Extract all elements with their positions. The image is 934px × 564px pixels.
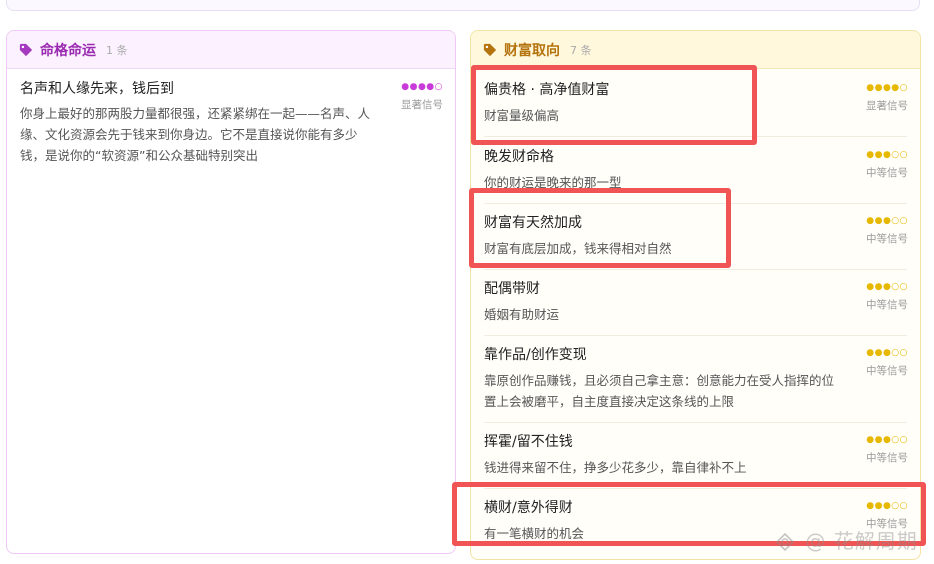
- signal-label: 中等信号: [866, 233, 908, 245]
- signal-dots: ●●●○○: [866, 435, 908, 445]
- signal-label: 中等信号: [866, 299, 908, 311]
- card-header: 财富取向 7 条: [471, 31, 920, 69]
- list-item[interactable]: 挥霍/留不住钱 钱进得来留不住，挣多少花多少，靠自律补不上 ●●●○○ 中等信号: [471, 422, 920, 488]
- signal-dots: ●●●●○: [866, 83, 908, 93]
- item-title: 名声和人缘先来，钱后到: [20, 81, 174, 97]
- signal-indicator: ●●●○○ 中等信号: [866, 281, 908, 312]
- signal-indicator: ●●●○○ 中等信号: [866, 434, 908, 465]
- signal-dots: ●●●○○: [866, 216, 908, 226]
- top-panel-edge: [6, 0, 920, 11]
- item-title: 偏贵格 · 高净值财富: [484, 82, 610, 98]
- card-destiny: 命格命运 1 条 名声和人缘先来，钱后到 你身上最好的那两股力量都很强，还紧紧绑…: [6, 30, 456, 554]
- signal-label: 中等信号: [866, 365, 908, 377]
- tag-icon: [19, 43, 33, 56]
- list-item[interactable]: 靠作品/创作变现 靠原创作品赚钱，且必须自己拿主意：创意能力在受人指挥的位置上会…: [471, 335, 920, 422]
- item-title: 财富有天然加成: [484, 215, 582, 231]
- item-title: 横财/意外得财: [484, 500, 573, 516]
- signal-label: 中等信号: [866, 452, 908, 464]
- item-count: 1 条: [106, 43, 128, 57]
- item-description: 婚姻有助财运: [484, 307, 560, 322]
- item-description: 钱进得来留不住，挣多少花多少，靠自律补不上: [484, 460, 747, 475]
- signal-dots: ●●●○○: [866, 150, 908, 160]
- item-title: 配偶带财: [484, 281, 540, 297]
- item-description: 财富量级偏高: [484, 108, 560, 123]
- card-title: 命格命运: [40, 42, 96, 59]
- signal-label: 中等信号: [866, 167, 908, 179]
- signal-dots: ●●●○○: [866, 348, 908, 358]
- item-description: 你的财运是晚来的那一型: [484, 175, 622, 190]
- watermark: @ 花解周期: [776, 525, 918, 554]
- at-symbol: @: [805, 529, 827, 553]
- card-wealth: 财富取向 7 条 偏贵格 · 高净值财富 财富量级偏高 ●●●●○ 显著信号 晚…: [470, 30, 921, 560]
- signal-indicator: ●●●○○ 中等信号: [866, 149, 908, 180]
- item-description: 靠原创作品赚钱，且必须自己拿主意：创意能力在受人指挥的位置上会被磨平，自主度直接…: [484, 373, 835, 409]
- list-item[interactable]: 名声和人缘先来，钱后到 你身上最好的那两股力量都很强，还紧紧绑在一起——名声、人…: [7, 69, 455, 166]
- signal-indicator: ●●●○○ 中等信号: [866, 215, 908, 246]
- item-description: 财富有底层加成，钱来得相对自然: [484, 241, 672, 256]
- list-item[interactable]: 财富有天然加成 财富有底层加成，钱来得相对自然 ●●●○○ 中等信号: [471, 203, 920, 269]
- signal-indicator: ●●●○○ 中等信号: [866, 347, 908, 378]
- signal-dots: ●●●○○: [866, 501, 908, 511]
- watermark-text: 花解周期: [833, 529, 918, 553]
- list-item[interactable]: 配偶带财 婚姻有助财运 ●●●○○ 中等信号: [471, 269, 920, 335]
- card-title: 财富取向: [504, 42, 560, 59]
- list-item[interactable]: 偏贵格 · 高净值财富 财富量级偏高 ●●●●○ 显著信号: [471, 70, 920, 136]
- tag-icon: [483, 43, 497, 56]
- signal-dots: ●●●●○: [401, 82, 443, 92]
- item-count: 7 条: [570, 43, 592, 57]
- signal-dots: ●●●○○: [866, 282, 908, 292]
- list-item[interactable]: 晚发财命格 你的财运是晚来的那一型 ●●●○○ 中等信号: [471, 137, 920, 203]
- signal-label: 显著信号: [401, 99, 443, 111]
- signal-indicator: ●●●●○ 显著信号: [866, 82, 908, 113]
- signal-label: 显著信号: [866, 100, 908, 112]
- item-title: 挥霍/留不住钱: [484, 434, 573, 450]
- diamond-logo-icon: [776, 533, 794, 551]
- item-title: 晚发财命格: [484, 149, 554, 165]
- card-header: 命格命运 1 条: [7, 31, 455, 69]
- item-description: 你身上最好的那两股力量都很强，还紧紧绑在一起——名声、人缘、文化资源会先于钱来到…: [20, 106, 371, 163]
- signal-indicator: ●●●●○ 显著信号: [401, 81, 443, 112]
- item-title: 靠作品/创作变现: [484, 347, 587, 363]
